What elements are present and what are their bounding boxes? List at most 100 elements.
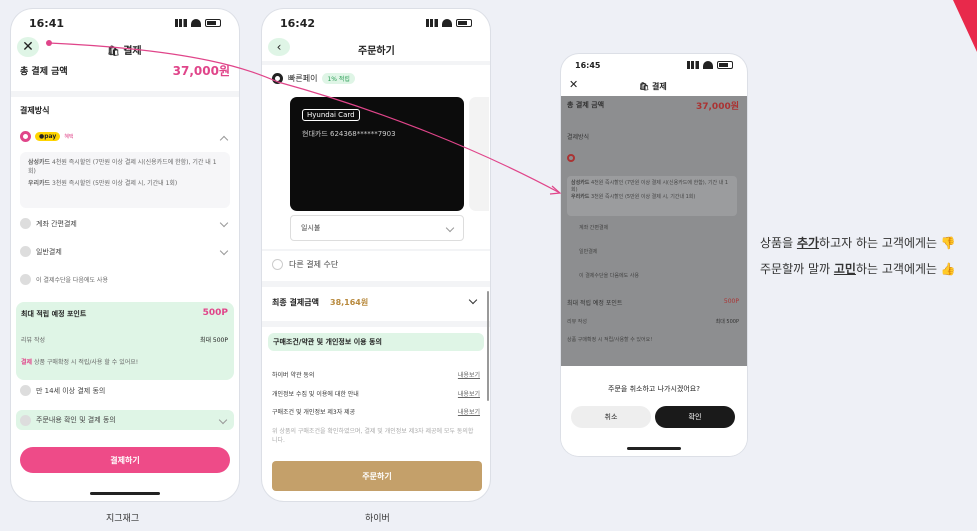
note-2-emphasis: 고민 [833,262,856,276]
option-general[interactable]: 일반결제 [579,248,597,255]
radio-selected[interactable] [567,154,575,162]
scrollbar[interactable] [487,291,489,401]
benefit-box: 삼성카드 4천원 즉시할인 (7만원 이상 결제 시(신용카드에 한함), 기간… [20,152,230,208]
note-line-2: 주문할까 말까 고민하는 고객에게는 👍 [760,260,956,277]
term-2-label: 개인정보 수집 및 이용에 대한 안내 [272,391,359,398]
final-label: 최종 결제금액 [272,298,319,307]
installment-select[interactable]: 일시불 [290,215,464,241]
battery-icon [717,61,733,69]
term-2-link[interactable]: 내용보기 [458,389,480,398]
fast-pay-option[interactable]: 빠른페이 1% 적립 [272,73,355,84]
order-agree-label: 주문내용 확인 및 결제 동의 [36,416,116,424]
points-note-tag: 결제 [21,359,33,366]
other-method-option[interactable]: 다른 결제 수단 [272,259,338,270]
status-bar: 16:42 [262,9,490,37]
corner-accent [953,0,977,52]
note-1-emphasis: 추가 [796,236,820,250]
status-time: 16:41 [29,16,65,30]
chevron-down-icon[interactable] [219,218,229,228]
status-time: 16:45 [575,60,601,70]
benefit-2-text: 3천원 즉시할인 (5만원 이상 결제 시, 기간내 1회) [52,180,178,187]
card-number: 현대카드 624368******7903 [302,130,396,138]
pay-option-bank[interactable]: 계좌 간편결제 [20,218,77,229]
section-title: 결제방식 [567,134,590,141]
battery-icon [205,19,221,27]
total-amount: 37,000원 [172,64,230,78]
phone-zigzag: 16:41 ✕ 🛍 결제 총 결제 금액 37,000원 결제방식 ●pay 혜… [11,9,239,501]
benefit-2: 우리카드 3천원 즉시할인 (5만원 이상 결제 시, 기간내 1회) [571,194,733,201]
points-value: 500P [723,298,739,305]
points-title: 최대 적립 예정 포인트 [567,300,623,307]
note-line-1: 상품을 추가하고자 하는 고객에게는 👎 [760,234,956,251]
header: 🛍 결제 [639,81,667,92]
points-note: 결제 상품 구매확정 시 적립/사용 할 수 있어요! [21,357,138,366]
chevron-down-icon [445,223,455,233]
signal-icon [175,19,187,27]
total-amount: 37,000원 [695,102,739,112]
next-card-peek[interactable] [469,97,489,211]
home-indicator [627,447,681,450]
save-method[interactable]: 이 결제수단을 다음에도 사용 [579,272,639,279]
terms-title: 구매조건/약관 및 개인정보 이용 동의 [268,333,484,351]
benefit-2-text: 3천원 즉시할인 (5만원 이상 결제 시, 기간내 1회) [591,194,696,200]
review-label: 리뷰 작성 [567,319,587,325]
checkbox[interactable] [20,414,31,426]
bag-icon: 🛍 [107,46,120,57]
close-icon[interactable]: ✕ [569,78,578,91]
chevron-down-icon[interactable] [218,415,228,425]
divider [262,281,490,287]
page-title: 주문하기 [358,46,395,57]
wifi-icon [442,19,452,27]
term-1-link[interactable]: 내용보기 [458,370,480,379]
order-agree-checkbox[interactable]: 주문내용 확인 및 결제 동의 [16,410,234,430]
radio-selected[interactable] [272,73,283,84]
status-bar: 16:45 [561,54,747,76]
dimmed-content: 총 결제 금액 37,000원 결제방식 삼성카드 4천원 즉시할인 (7만원 … [561,96,747,366]
bag-icon: 🛍 [639,82,650,91]
option-label: 계좌 간편결제 [36,219,77,228]
benefit-1-bank: 삼성카드 [571,180,590,186]
phone-exit-dialog: 16:45 ✕ 🛍 결제 총 결제 금액 37,000원 결제방식 삼성카드 4… [561,54,747,456]
order-button[interactable]: 주문하기 [272,461,482,491]
checkbox[interactable] [20,274,31,285]
pay-option-general[interactable]: 일반결제 [20,246,62,257]
pay-option-selected[interactable]: ●pay 혜택 [20,131,74,142]
save-method-checkbox[interactable]: 이 결제수단을 다음에도 사용 [20,274,108,285]
age-agree-label: 만 14세 이상 결제 동의 [36,386,106,395]
chevron-down-icon[interactable] [219,246,229,256]
back-arrow-icon[interactable]: ‹ [268,38,290,56]
radio[interactable] [272,259,283,270]
dialog-text: 주문을 취소하고 나가시겠어요? [608,385,700,393]
close-icon[interactable]: ✕ [17,37,39,57]
payment-card[interactable]: Hyundai Card 현대카드 624368******7903 [290,97,464,211]
option-bank[interactable]: 계좌 간편결제 [579,224,608,231]
home-indicator [90,492,160,495]
points-value: 500P [202,308,228,318]
benefit-2-bank: 우리카드 [571,194,590,200]
phone-hiver: 16:42 ‹ 주문하기 빠른페이 1% 적립 Hyundai Card 현대카… [262,9,490,501]
exit-dialog: 주문을 취소하고 나가시겠어요? 취소 확인 [561,366,747,456]
caption-zigzag: 지그재그 [106,514,140,524]
radio-selected[interactable] [20,131,31,142]
chevron-down-icon[interactable] [468,295,478,305]
divider [262,321,490,327]
installment-value: 일시불 [301,224,321,232]
page-title: 결제 [651,82,667,91]
cancel-button[interactable]: 취소 [571,406,651,428]
section-title: 결제방식 [20,106,50,115]
checkbox[interactable] [20,385,31,396]
total-label: 총 결제 금액 [567,101,605,109]
benefit-box: 삼성카드 4천원 즉시할인 (7만원 이상 결제 시(신용카드에 한함), 기간… [567,176,737,216]
wifi-icon [703,61,713,69]
chevron-up-icon[interactable] [219,135,229,145]
pay-button[interactable]: 결제하기 [20,447,230,473]
confirm-button[interactable]: 확인 [655,406,735,428]
age-agree-checkbox[interactable]: 만 14세 이상 결제 동의 [20,385,105,396]
signal-icon [687,61,699,69]
arrow-head [549,185,562,195]
note-1-pre: 상품을 [760,236,797,250]
pay-badge: ●pay [35,132,61,141]
term-3-link[interactable]: 내용보기 [458,407,480,416]
radio[interactable] [20,246,31,257]
radio[interactable] [20,218,31,229]
